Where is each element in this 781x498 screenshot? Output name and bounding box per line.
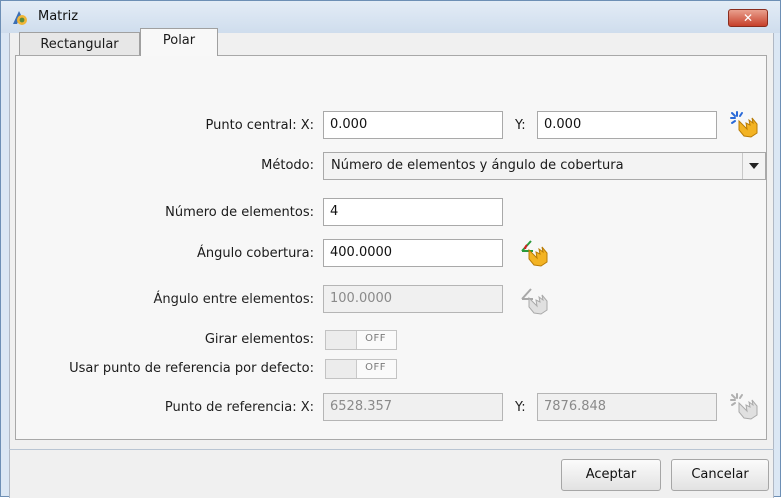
title-bar[interactable]: Matriz ✕ xyxy=(1,1,780,33)
chevron-down-icon[interactable] xyxy=(742,153,765,179)
toggle-knob xyxy=(326,360,357,378)
accept-button[interactable]: Aceptar xyxy=(561,459,661,491)
toggle-knob xyxy=(326,331,357,349)
punto-central-y-label: Y: xyxy=(515,118,526,133)
hand-pick-angle-disabled-icon xyxy=(521,288,548,315)
button-separator xyxy=(9,449,774,450)
punto-referencia-x-input: 6528.357 xyxy=(323,393,503,421)
toggle-state: OFF xyxy=(365,362,386,373)
girar-elementos-label: Girar elementos: xyxy=(204,332,314,347)
metodo-label: Método: xyxy=(261,158,314,173)
matriz-dialog: Matriz ✕ Rectangular Polar Punto central… xyxy=(0,0,781,498)
numero-elementos-label: Número de elementos: xyxy=(165,205,314,220)
punto-central-y-input[interactable]: 0.000 xyxy=(537,111,717,139)
hand-pick-point-icon[interactable] xyxy=(729,109,759,139)
hand-pick-point-disabled-icon xyxy=(730,393,758,420)
tab-polar[interactable]: Polar xyxy=(140,28,218,56)
cancel-button[interactable]: Cancelar xyxy=(671,459,769,491)
matriz-app-icon xyxy=(13,11,27,25)
usar-referencia-label: Usar punto de referencia por defecto: xyxy=(69,361,314,376)
numero-elementos-input[interactable]: 4 xyxy=(323,198,503,226)
metodo-selected-value: Número de elementos y ángulo de cobertur… xyxy=(331,158,624,173)
tab-rectangular[interactable]: Rectangular xyxy=(19,32,140,56)
toggle-state: OFF xyxy=(365,333,386,344)
girar-elementos-toggle[interactable]: OFF xyxy=(325,330,397,350)
angulo-entre-label: Ángulo entre elementos: xyxy=(153,292,314,307)
tab-label: Rectangular xyxy=(40,37,119,52)
angulo-cobertura-input[interactable]: 400.0000 xyxy=(323,239,503,267)
metodo-select[interactable]: Número de elementos y ángulo de cobertur… xyxy=(323,152,766,180)
tab-label: Polar xyxy=(162,33,196,48)
punto-referencia-y-input: 7876.848 xyxy=(537,393,717,421)
usar-referencia-toggle[interactable]: OFF xyxy=(325,359,397,379)
window-title: Matriz xyxy=(38,9,79,24)
angulo-entre-input: 100.0000 xyxy=(323,285,503,313)
punto-central-x-input[interactable]: 0.000 xyxy=(323,111,503,139)
close-icon: ✕ xyxy=(742,11,754,25)
punto-referencia-y-label: Y: xyxy=(515,400,526,415)
hand-pick-angle-icon[interactable] xyxy=(519,237,549,267)
angulo-cobertura-label: Ángulo cobertura: xyxy=(196,246,314,261)
punto-central-x-label: Punto central: X: xyxy=(205,118,314,133)
close-button[interactable]: ✕ xyxy=(728,9,768,27)
punto-referencia-x-label: Punto de referencia: X: xyxy=(164,400,314,415)
